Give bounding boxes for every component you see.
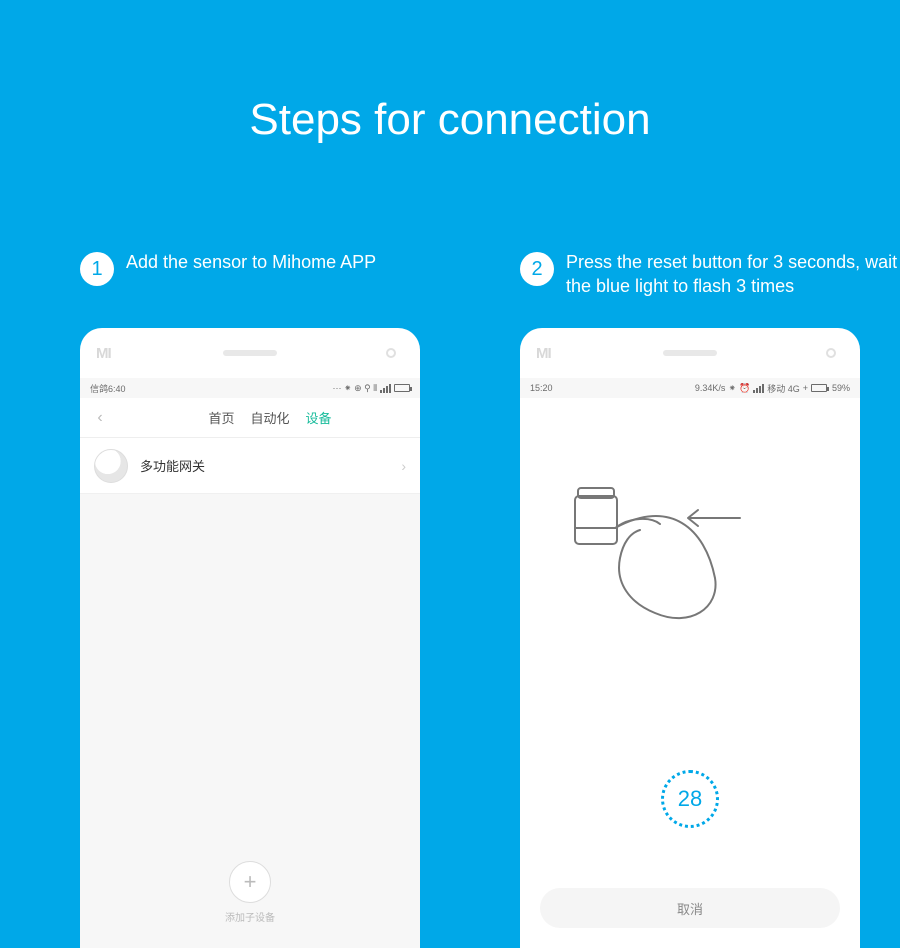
step-description: Press the reset button for 3 seconds, wa…	[566, 250, 900, 299]
status-bar: 15:20 9.34K/s ⁕ ⏰ 移动 4G + 59%	[520, 378, 860, 398]
device-row-gateway[interactable]: 多功能网关 ›	[80, 438, 420, 494]
add-device-area: + 添加子设备	[225, 861, 275, 924]
tab-bar: 首页 自动化 设备	[120, 408, 420, 427]
speaker-slot	[663, 350, 717, 356]
status-icons: ··· ⁕ ⊕ ⚲ ⫴	[333, 383, 410, 394]
cancel-button[interactable]: 取消	[540, 888, 840, 928]
page-title: Steps for connection	[0, 95, 900, 145]
network-label: 移动 4G	[767, 382, 800, 395]
battery-icon	[394, 384, 410, 392]
phone-hardware-top: MI	[520, 328, 860, 378]
step-description: Add the sensor to Mihome APP	[126, 250, 376, 274]
phone-mockup-2: MI 15:20 9.34K/s ⁕ ⏰ 移动 4G + 59%	[520, 328, 860, 948]
signal-icon	[753, 384, 764, 393]
front-camera	[826, 348, 836, 358]
status-bar: 信鸽6:40 ··· ⁕ ⊕ ⚲ ⫴	[80, 378, 420, 398]
add-device-label: 添加子设备	[225, 909, 275, 924]
status-icons: 9.34K/s ⁕ ⏰ 移动 4G + 59%	[695, 382, 850, 395]
status-time: 15:20	[530, 383, 553, 393]
step-number-badge: 1	[80, 252, 114, 286]
press-reset-illustration	[520, 458, 860, 658]
screen-body: + 添加子设备	[80, 494, 420, 948]
battery-icon	[811, 384, 827, 392]
tab-devices[interactable]: 设备	[306, 408, 332, 427]
mi-logo: MI	[536, 345, 551, 362]
signal-icon	[380, 384, 391, 393]
status-time: 信鸽6:40	[90, 382, 126, 395]
tab-home[interactable]: 首页	[208, 408, 234, 427]
device-label: 多功能网关	[140, 456, 401, 475]
bluetooth-icon: ⁕	[728, 383, 736, 394]
back-chevron-icon[interactable]: ‹	[80, 409, 120, 427]
step-header: 2 Press the reset button for 3 seconds, …	[520, 250, 900, 300]
plus-icon: +	[803, 383, 808, 393]
speaker-slot	[223, 350, 277, 356]
alarm-icon: ⏰	[739, 383, 750, 394]
chevron-right-icon: ›	[401, 458, 406, 474]
app-nav-bar: ‹ 首页 自动化 设备	[80, 398, 420, 438]
phone-hardware-top: MI	[80, 328, 420, 378]
tab-automation[interactable]: 自动化	[250, 408, 289, 427]
screen-body: 28 取消	[520, 398, 860, 948]
add-device-button[interactable]: +	[229, 861, 271, 903]
countdown-timer: 28	[661, 770, 719, 828]
status-speed: 9.34K/s	[695, 383, 726, 393]
front-camera	[386, 348, 396, 358]
step-1: 1 Add the sensor to Mihome APP MI 信鸽6:40…	[80, 250, 470, 948]
step-header: 1 Add the sensor to Mihome APP	[80, 250, 470, 300]
phone-mockup-1: MI 信鸽6:40 ··· ⁕ ⊕ ⚲ ⫴ ‹ 首页 自动化 设备 多功能网关 …	[80, 328, 420, 948]
step-2: 2 Press the reset button for 3 seconds, …	[520, 250, 900, 948]
mi-logo: MI	[96, 345, 111, 362]
step-number-badge: 2	[520, 252, 554, 286]
battery-percent: 59%	[832, 383, 850, 393]
gateway-icon	[94, 449, 128, 483]
